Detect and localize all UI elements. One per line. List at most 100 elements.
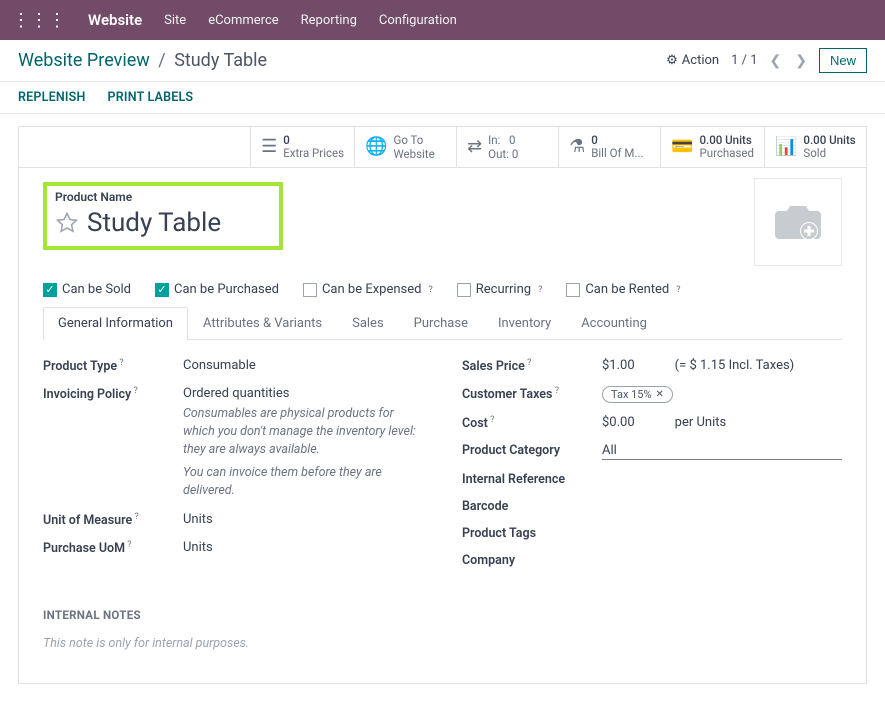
globe-icon: 🌐 [365,138,387,156]
help-icon[interactable]: ? [552,386,559,396]
tab-accounting[interactable]: Accounting [566,307,662,340]
tab-sales[interactable]: Sales [337,307,399,340]
breadcrumb-sep: / [158,50,165,71]
flag-recurring-label: Recurring [476,282,531,297]
flag-purchased-label: Can be Purchased [174,282,279,297]
nav-ecommerce[interactable]: eCommerce [208,13,278,28]
internal-notes-input[interactable]: This note is only for internal purposes. [43,636,842,651]
stat-button-row: ☰ 0Extra Prices 🌐 Go ToWebsite ⇄ In: 0 O… [18,126,867,167]
remove-tag-icon[interactable]: ✕ [656,389,664,400]
nav-site[interactable]: Site [164,13,186,28]
checkbox-icon [457,283,471,297]
help-icon[interactable]: ? [525,358,532,368]
product-name-label: Product Name [55,190,271,204]
out-val: 0 [512,147,518,161]
apps-icon[interactable]: ⋮⋮⋮ [12,10,66,31]
help-icon[interactable]: ? [676,285,680,295]
main-navbar: ⋮⋮⋮ Website Site eCommerce Reporting Con… [0,0,885,40]
help-icon[interactable]: ? [428,285,432,295]
out-label: Out: [488,147,509,161]
flag-recurring[interactable]: Recurring? [457,282,543,297]
help-icon[interactable]: ? [131,386,138,396]
flag-sold-label: Can be Sold [62,282,131,297]
sales-price-incl: (= $ 1.15 Incl. Taxes) [675,358,795,373]
tab-inventory[interactable]: Inventory [483,307,566,340]
nav-reporting[interactable]: Reporting [301,13,357,28]
camera-plus-icon [773,201,823,243]
flag-can-be-rented[interactable]: Can be Rented? [566,282,680,297]
purchased-value: 0.00 Units [699,133,751,147]
purchase-uom-label: Purchase UoM [43,541,125,556]
stat-in-out[interactable]: ⇄ In: 0 Out: 0 [456,127,558,167]
invoicing-policy-value[interactable]: Ordered quantities [183,386,289,401]
action-dropdown[interactable]: ⚙ Action [666,53,719,68]
tax-tag-label: Tax 15% [611,388,652,401]
extra-prices-count: 0 [283,133,290,147]
tab-purchase[interactable]: Purchase [399,307,483,340]
goto-line2: Website [393,147,434,161]
flag-rented-label: Can be Rented [585,282,669,297]
app-brand[interactable]: Website [88,11,142,29]
cost-unit: per Units [675,415,727,430]
new-button[interactable]: New [819,48,867,73]
tax-tag[interactable]: Tax 15% ✕ [602,386,673,403]
in-val: 0 [509,133,515,147]
help-icon[interactable]: ? [125,540,132,550]
company-label: Company [462,553,602,568]
category-value[interactable]: All [602,443,842,460]
print-labels-button[interactable]: PRINT LABELS [108,90,194,105]
checkbox-icon [566,283,580,297]
product-type-value[interactable]: Consumable [183,358,422,373]
nav-configuration[interactable]: Configuration [379,13,457,28]
uom-value[interactable]: Units [183,512,422,527]
invoicing-policy-help1: Consumables are physical products for wh… [183,405,422,459]
flag-can-be-expensed[interactable]: Can be Expensed? [303,282,433,297]
flask-icon: ⚗ [569,138,585,156]
cost-label: Cost [462,416,488,431]
goto-line1: Go To [393,133,434,147]
checkbox-checked-icon: ✓ [155,283,169,297]
sold-label: Sold [803,146,826,160]
form-column-right: Sales Price ? $1.00(= $ 1.15 Incl. Taxes… [462,358,842,580]
sales-price-value[interactable]: $1.00 [602,358,635,373]
extra-prices-label: Extra Prices [283,146,344,160]
tab-attributes-variants[interactable]: Attributes & Variants [188,307,337,340]
help-icon[interactable]: ? [117,358,124,368]
favorite-star-icon[interactable] [55,211,79,235]
sold-value: 0.00 Units [803,133,855,147]
replenish-button[interactable]: REPLENISH [18,90,86,105]
product-name-input[interactable]: Study Table [87,208,221,238]
checkbox-icon [303,283,317,297]
pager-text: 1 / 1 [731,53,757,68]
purchase-uom-value[interactable]: Units [183,540,422,555]
cost-value[interactable]: $0.00 [602,415,635,430]
help-icon[interactable]: ? [132,512,139,522]
product-image-placeholder[interactable] [754,178,842,266]
chevron-right-icon[interactable]: ❯ [793,51,809,71]
help-icon[interactable]: ? [488,415,495,425]
bar-chart-icon: 📊 [775,138,797,156]
bom-label: Bill Of M... [591,146,643,160]
flag-can-be-purchased[interactable]: ✓ Can be Purchased [155,282,279,297]
form-column-left: Product Type ? Consumable Invoicing Poli… [43,358,422,580]
breadcrumb-parent[interactable]: Website Preview [18,50,150,71]
list-icon: ☰ [261,138,277,156]
flag-expensed-label: Can be Expensed [322,282,422,297]
tab-general-information[interactable]: General Information [43,307,188,340]
customer-taxes-field[interactable]: Tax 15% ✕ [602,386,842,403]
tags-label: Product Tags [462,526,602,541]
help-icon[interactable]: ? [538,285,542,295]
chevron-left-icon[interactable]: ❮ [768,51,784,71]
stat-purchased[interactable]: 💳 0.00 UnitsPurchased [660,127,764,167]
stat-sold[interactable]: 📊 0.00 UnitsSold [764,127,866,167]
product-name-highlight: Product Name Study Table [43,182,283,250]
product-flags: ✓Can be Sold ✓ Can be Purchased Can be Ex… [43,282,842,297]
in-label: In: [488,133,500,147]
stat-extra-prices[interactable]: ☰ 0Extra Prices [250,127,354,167]
internal-ref-label: Internal Reference [462,472,602,487]
tab-bar: General Information Attributes & Variant… [43,307,842,340]
flag-can-be-sold[interactable]: ✓Can be Sold [43,282,131,297]
stat-goto-website[interactable]: 🌐 Go ToWebsite [354,127,456,167]
breadcrumb: Website Preview / Study Table [18,50,666,71]
stat-bom[interactable]: ⚗ 0Bill Of M... [558,127,660,167]
